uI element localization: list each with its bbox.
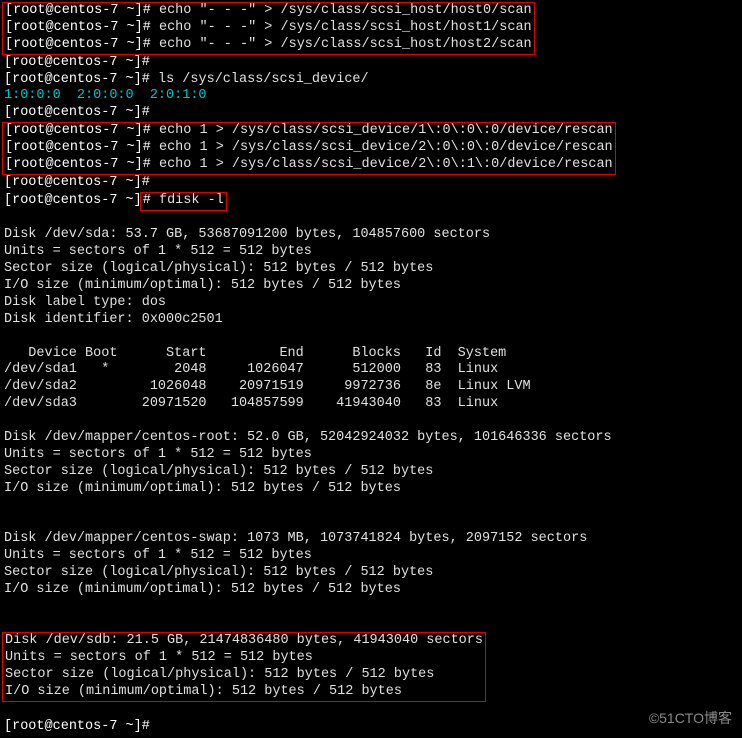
cmd-rescan0: echo 1 > /sys/class/scsi_device/1\:0\:0\… [159, 123, 613, 138]
fdisk-part2: /dev/sda2 1026048 20971519 9972736 8e Li… [4, 379, 738, 396]
blank-line [4, 497, 738, 514]
prompt-line: [root@centos-7 ~]# ls /sys/class/scsi_de… [4, 72, 738, 89]
cmd-rescan1: echo 1 > /sys/class/scsi_device/2\:0\:0\… [159, 140, 613, 155]
blank-line [4, 329, 738, 346]
fdisk-part3: /dev/sda3 20971520 104857599 41943040 83… [4, 396, 738, 413]
fdisk-sda-header: Disk /dev/sda: 53.7 GB, 53687091200 byte… [4, 227, 738, 244]
fdisk-io: I/O size (minimum/optimal): 512 bytes / … [5, 684, 483, 701]
prompt-line: [root@centos-7 ~]# [4, 719, 738, 736]
prompt-line: [root@centos-7 ~]# echo "- - -" > /sys/c… [5, 20, 532, 37]
prompt-line: [root@centos-7 ~]# [4, 55, 738, 72]
fdisk-swap-header: Disk /dev/mapper/centos-swap: 1073 MB, 1… [4, 531, 738, 548]
highlight-box-sdb: Disk /dev/sdb: 21.5 GB, 21474836480 byte… [2, 632, 486, 702]
cmd-fdisk: fdisk -l [159, 193, 224, 208]
fdisk-io: I/O size (minimum/optimal): 512 bytes / … [4, 481, 738, 498]
fdisk-ident: Disk identifier: 0x000c2501 [4, 312, 738, 329]
prompt-line: [root@centos-7 ~]# echo 1 > /sys/class/s… [5, 123, 613, 140]
prompt-line: [root@centos-7 ~]# echo "- - -" > /sys/c… [5, 3, 532, 20]
fdisk-units: Units = sectors of 1 * 512 = 512 bytes [4, 447, 738, 464]
highlight-box-rescan: [root@centos-7 ~]# echo 1 > /sys/class/s… [2, 122, 616, 175]
fdisk-label: Disk label type: dos [4, 295, 738, 312]
prompt-line: [root@centos-7 ~]# echo 1 > /sys/class/s… [5, 140, 613, 157]
highlight-box-fdisk-cmd: # fdisk -l [140, 192, 227, 211]
cmd-ls-scsi: ls /sys/class/scsi_device/ [158, 72, 369, 87]
fdisk-units: Units = sectors of 1 * 512 = 512 bytes [4, 244, 738, 261]
fdisk-sector: Sector size (logical/physical): 512 byte… [4, 261, 738, 278]
fdisk-part1: /dev/sda1 * 2048 1026047 512000 83 Linux [4, 362, 738, 379]
fdisk-units: Units = sectors of 1 * 512 = 512 bytes [5, 650, 483, 667]
fdisk-io: I/O size (minimum/optimal): 512 bytes / … [4, 582, 738, 599]
cmd-echo-host1: echo "- - -" > /sys/class/scsi_host/host… [159, 20, 532, 35]
fdisk-part-header: Device Boot Start End Blocks Id System [4, 346, 738, 363]
prompt-line: [root@centos-7 ~]# [4, 175, 738, 192]
prompt-line: [root@centos-7 ~]# echo 1 > /sys/class/s… [5, 157, 613, 174]
cmd-echo-host0: echo "- - -" > /sys/class/scsi_host/host… [159, 3, 532, 18]
prompt-line: [root@centos-7 ~]# echo "- - -" > /sys/c… [5, 37, 532, 54]
fdisk-sector: Sector size (logical/physical): 512 byte… [4, 565, 738, 582]
prompt-line: [root@centos-7 ~]# [4, 105, 738, 122]
terminal[interactable]: [root@centos-7 ~]# echo "- - -" > /sys/c… [0, 0, 742, 738]
fdisk-io: I/O size (minimum/optimal): 512 bytes / … [4, 278, 738, 295]
blank-line [4, 514, 738, 531]
fdisk-root-header: Disk /dev/mapper/centos-root: 52.0 GB, 5… [4, 430, 738, 447]
blank-line [4, 211, 738, 228]
cmd-echo-host2: echo "- - -" > /sys/class/scsi_host/host… [159, 37, 532, 52]
blank-line [4, 413, 738, 430]
blank-line [4, 616, 738, 633]
ls-output: 1:0:0:0 2:0:0:0 2:0:1:0 [4, 88, 738, 105]
watermark: ©51CTO博客 [649, 710, 732, 728]
fdisk-sector: Sector size (logical/physical): 512 byte… [4, 464, 738, 481]
blank-line [4, 599, 738, 616]
prompt-line: [root@centos-7 ~]# fdisk -l [4, 192, 738, 211]
highlight-box-scan: [root@centos-7 ~]# echo "- - -" > /sys/c… [2, 2, 535, 55]
cmd-rescan2: echo 1 > /sys/class/scsi_device/2\:0\:1\… [159, 157, 613, 172]
fdisk-sector: Sector size (logical/physical): 512 byte… [5, 667, 483, 684]
blank-line [4, 702, 738, 719]
fdisk-units: Units = sectors of 1 * 512 = 512 bytes [4, 548, 738, 565]
fdisk-sdb-header: Disk /dev/sdb: 21.5 GB, 21474836480 byte… [5, 633, 483, 650]
